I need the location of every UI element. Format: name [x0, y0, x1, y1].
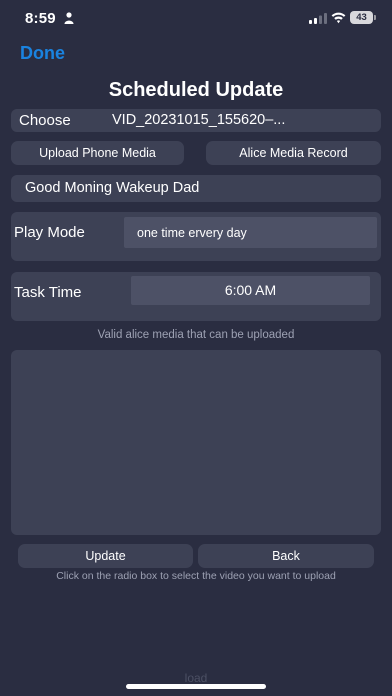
- cellular-signal-icon: [309, 13, 327, 24]
- back-button[interactable]: Back: [198, 544, 374, 568]
- chosen-file-name: VID_20231015_155620–...: [112, 112, 286, 128]
- valid-media-caption: Valid alice media that can be uploaded: [97, 329, 295, 341]
- task-time-label: Task Time: [14, 284, 82, 301]
- battery-icon: 43: [350, 11, 376, 24]
- upload-phone-media-button[interactable]: Upload Phone Media: [11, 141, 184, 165]
- page-title: Scheduled Update: [108, 79, 284, 101]
- alice-media-record-button[interactable]: Alice Media Record: [206, 141, 381, 165]
- scheduled-update-screen: 8:59 43 Done Scheduled Update Choose VID…: [0, 0, 392, 696]
- media-list[interactable]: [11, 350, 381, 535]
- task-time-picker[interactable]: 6:00 AM: [131, 276, 370, 305]
- update-button[interactable]: Update: [18, 544, 193, 568]
- choose-row[interactable]: Choose VID_20231015_155620–...: [11, 109, 381, 132]
- wifi-icon: [331, 12, 346, 24]
- done-button[interactable]: Done: [20, 43, 65, 64]
- load-label: load: [184, 671, 208, 685]
- status-bar: 8:59 43: [0, 0, 392, 38]
- task-time-row: Task Time 6:00 AM: [11, 272, 381, 321]
- home-indicator[interactable]: [126, 684, 266, 689]
- play-mode-row: Play Mode one time ervery day: [11, 212, 381, 261]
- choose-label: Choose: [19, 112, 71, 129]
- status-time: 8:59: [25, 10, 56, 27]
- selection-hint: Click on the radio box to select the vid…: [56, 570, 336, 582]
- person-icon: [64, 12, 74, 24]
- play-mode-label: Play Mode: [14, 224, 85, 241]
- play-mode-value: one time ervery day: [137, 226, 247, 240]
- battery-level: 43: [350, 11, 373, 24]
- task-name-field[interactable]: Good Moning Wakeup Dad: [11, 175, 381, 202]
- play-mode-selector[interactable]: one time ervery day: [124, 217, 377, 248]
- task-name-value: Good Moning Wakeup Dad: [25, 180, 200, 196]
- battery-tip: [374, 15, 376, 20]
